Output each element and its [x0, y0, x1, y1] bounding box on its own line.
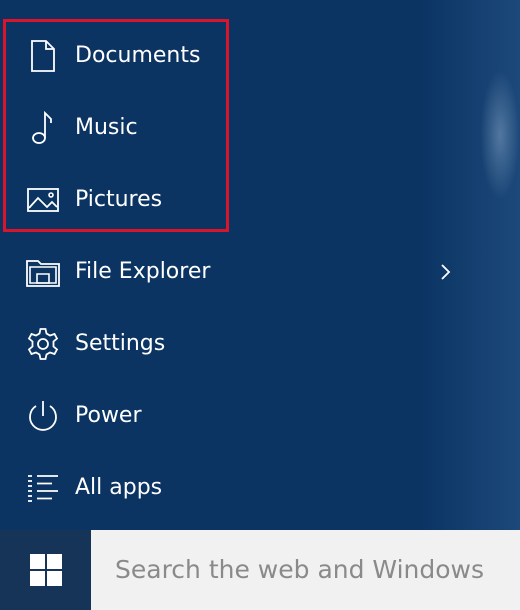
- menu-item-settings[interactable]: Settings: [0, 308, 520, 380]
- power-icon: [26, 398, 60, 434]
- menu-item-label: Power: [75, 403, 142, 428]
- menu-item-label: Settings: [75, 331, 166, 356]
- start-menu: Documents Music Pictures File Explorer S…: [0, 0, 520, 530]
- list-icon: [26, 470, 60, 506]
- menu-item-pictures[interactable]: Pictures: [0, 164, 520, 236]
- music-note-icon: [26, 110, 60, 146]
- menu-item-label: All apps: [75, 475, 163, 500]
- windows-logo-icon: [29, 554, 62, 586]
- taskbar: Search the web and Windows: [0, 530, 520, 610]
- document-icon: [26, 38, 60, 74]
- chevron-right-icon[interactable]: [436, 260, 456, 284]
- search-placeholder: Search the web and Windows: [115, 555, 485, 584]
- menu-item-label: Pictures: [75, 187, 163, 212]
- menu-item-label: Documents: [75, 43, 201, 68]
- menu-item-file-explorer[interactable]: File Explorer: [0, 236, 520, 308]
- menu-item-all-apps[interactable]: All apps: [0, 452, 520, 524]
- menu-item-label: File Explorer: [75, 259, 211, 284]
- start-button[interactable]: [0, 530, 91, 610]
- menu-item-power[interactable]: Power: [0, 380, 520, 452]
- picture-icon: [26, 182, 60, 218]
- gear-icon: [26, 326, 60, 362]
- menu-item-label: Music: [75, 115, 138, 140]
- menu-item-documents[interactable]: Documents: [0, 20, 520, 92]
- menu-item-music[interactable]: Music: [0, 92, 520, 164]
- file-explorer-icon: [26, 254, 60, 290]
- search-input[interactable]: Search the web and Windows: [91, 530, 520, 610]
